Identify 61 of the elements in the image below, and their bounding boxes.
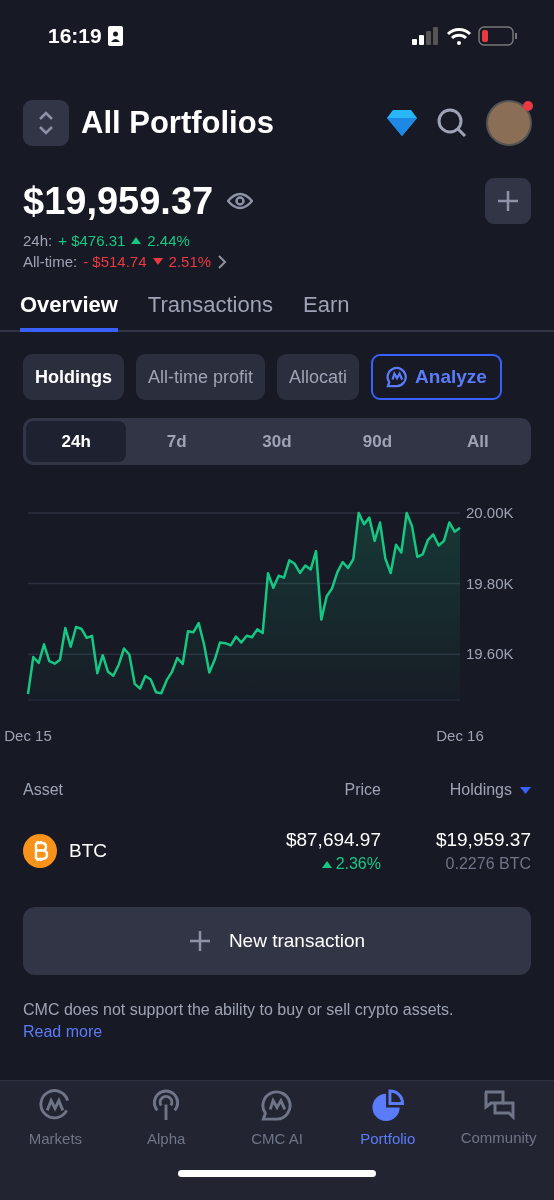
chevron-right-icon[interactable] xyxy=(217,254,228,269)
id-card-icon xyxy=(107,26,123,46)
change-amount: - $514.74 xyxy=(83,253,147,270)
tab[interactable]: Earn xyxy=(302,292,350,332)
change-percent: 2.51% xyxy=(168,253,212,270)
axis-label: 19.80K xyxy=(466,574,514,592)
holding-amount: 0.2276 BTC xyxy=(445,855,531,873)
pie-chart-icon xyxy=(370,1089,405,1122)
period-option[interactable]: 7d xyxy=(126,421,227,462)
battery-icon xyxy=(478,26,518,46)
nav-item[interactable]: Markets xyxy=(0,1089,111,1147)
filter-chip[interactable]: All-time profit xyxy=(136,354,266,400)
filter-chip[interactable]: Holdings xyxy=(23,354,124,400)
axis-label: 20.00K xyxy=(466,504,514,521)
tab[interactable]: Transactions xyxy=(147,292,273,332)
wifi-icon xyxy=(446,26,472,46)
period-option[interactable]: 24h xyxy=(26,421,127,462)
page-title: All Portfolios xyxy=(81,105,275,141)
column-header[interactable]: Holdings xyxy=(449,781,512,799)
broadcast-icon xyxy=(151,1089,182,1122)
avatar[interactable] xyxy=(486,100,532,146)
chat-logo-icon xyxy=(260,1089,294,1122)
axis-label: 19.60K xyxy=(466,645,514,663)
nav-item[interactable]: Community xyxy=(443,1089,554,1147)
column-header: Price xyxy=(344,781,381,799)
eye-icon[interactable] xyxy=(227,192,254,210)
period-option[interactable]: 30d xyxy=(226,421,328,462)
chevron-up-down-icon xyxy=(37,110,55,136)
column-header: Asset xyxy=(23,781,63,799)
change-amount: + $476.31 xyxy=(58,232,126,249)
change-label: 24h: xyxy=(23,232,53,249)
asset-price: $87,694.97 xyxy=(285,829,381,851)
axis-label: Dec 15 xyxy=(4,727,52,744)
read-more-link[interactable]: Read more xyxy=(23,1021,103,1044)
disclaimer-text: CMC does not support the ability to buy or sell crypto assets. xyxy=(23,1000,454,1020)
signal-icon xyxy=(412,27,440,45)
coin-icon xyxy=(23,834,57,868)
period-option[interactable]: 90d xyxy=(327,421,428,462)
clock: 16:19 xyxy=(48,24,102,48)
change-percent: 2.44% xyxy=(147,232,190,249)
price-change: 2.36% xyxy=(335,855,381,873)
chat-logo-icon xyxy=(386,366,409,388)
notification-dot xyxy=(523,101,533,111)
total-balance: $19,959.37 xyxy=(23,179,214,223)
new-transaction-button[interactable]: New transaction xyxy=(23,907,531,975)
change-label: All-time: xyxy=(23,253,78,270)
axis-label: Dec 16 xyxy=(436,727,484,744)
nav-item[interactable]: CMC AI xyxy=(221,1089,333,1147)
tab[interactable]: Overview xyxy=(20,292,118,332)
period-option[interactable]: All xyxy=(427,421,529,462)
analyze-button[interactable]: Analyze xyxy=(371,354,502,400)
plus-icon xyxy=(188,930,211,952)
plus-icon xyxy=(497,190,519,212)
add-button[interactable] xyxy=(485,178,531,224)
filter-chip[interactable]: Allocati xyxy=(277,354,360,400)
diamond-icon[interactable] xyxy=(386,109,418,137)
holding-value: $19,959.37 xyxy=(435,829,531,851)
asset-symbol: BTC xyxy=(69,840,107,862)
nav-item[interactable]: Portfolio xyxy=(332,1089,444,1147)
portfolio-switcher-button[interactable] xyxy=(23,100,69,146)
nav-item[interactable]: Alpha xyxy=(110,1089,222,1147)
